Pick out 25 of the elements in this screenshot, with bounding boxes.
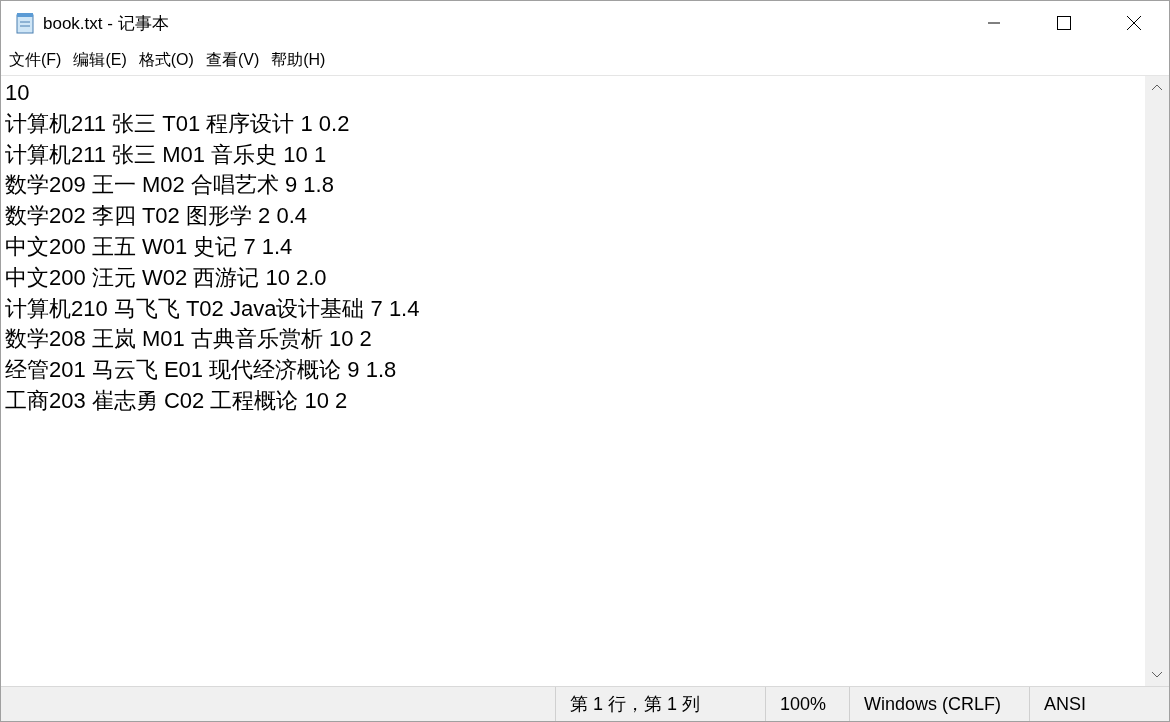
text-line: 中文200 王五 W01 史记 7 1.4 (5, 233, 293, 261)
text-line: 经管201 马云飞 E01 现代经济概论 9 1.8 (5, 356, 397, 385)
vertical-scrollbar[interactable] (1145, 76, 1169, 686)
text-line: 计算机211 张三 M01 音乐史 10 1 (5, 140, 327, 169)
menu-item[interactable]: 帮助(H) (265, 47, 332, 73)
menu-item[interactable]: 编辑(E) (67, 47, 133, 73)
maximize-icon (1057, 16, 1071, 30)
text-line: 数学202 李四 T02 图形学 2 0.4 (5, 202, 307, 231)
status-text: 第 1 行，第 1 列 (570, 693, 701, 716)
status-text: Windows (CRLF) (864, 693, 1001, 715)
status-text: ANSI (1044, 693, 1086, 715)
menu-item[interactable]: 查看(V) (199, 47, 266, 73)
text-line: 计算机210 马飞飞 T02 Java设计基础 7 1.4 (5, 294, 420, 323)
menu-item[interactable]: 格式(O) (132, 47, 200, 73)
text-line: 数学209 王一 M02 合唱艺术 9 1.8 (5, 171, 334, 200)
text-line: 数学208 王岚 M01 古典音乐赏析 10 2 (5, 325, 372, 354)
menu-item[interactable]: 文件(F) (3, 47, 68, 73)
window-title: book.txt - 记事本 (43, 12, 170, 35)
status-text: 100% (780, 693, 827, 715)
notepad-icon (15, 12, 35, 34)
text-line: 计算机211 张三 T01 程序设计 1 0.2 (5, 109, 350, 138)
text-line: 中文200 汪元 W02 西游记 10 2.0 (5, 263, 327, 292)
close-icon (1127, 16, 1141, 30)
text-line: 10 (5, 79, 30, 107)
text-line: 工商203 崔志勇 C02 工程概论 10 2 (5, 386, 348, 415)
